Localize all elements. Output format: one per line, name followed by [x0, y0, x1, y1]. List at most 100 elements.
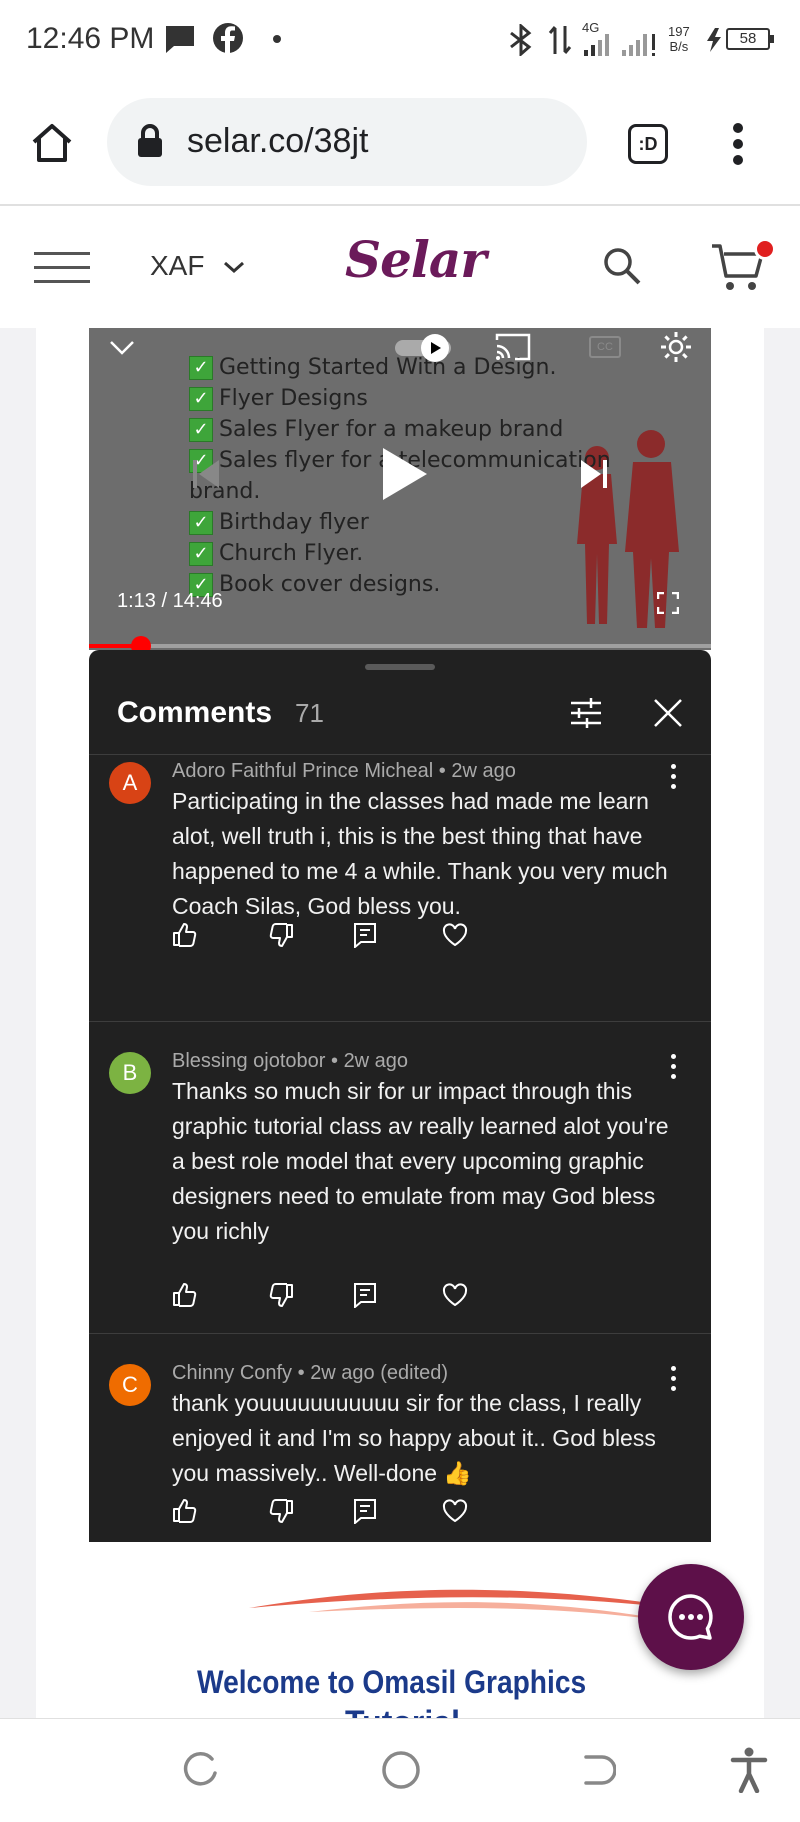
comments-count: 71	[295, 698, 324, 728]
comment-time: 2w ago	[343, 1050, 409, 1072]
slide-line: ✓ Flyer Designs	[189, 383, 611, 414]
comment-actions	[172, 1282, 492, 1312]
video-time: 1:13 / 14:46	[117, 590, 223, 612]
heart-icon[interactable]	[442, 1498, 468, 1529]
chevron-down-icon	[224, 261, 245, 274]
battery-level: 58	[726, 28, 774, 50]
like-icon[interactable]	[172, 1498, 198, 1529]
checkmark-icon: ✓	[189, 417, 213, 442]
autoplay-toggle[interactable]	[395, 334, 459, 362]
site-header: XAF Selar	[0, 208, 800, 328]
reply-icon[interactable]	[352, 1282, 378, 1313]
data-transfer-icon	[548, 26, 572, 54]
home-nav-icon[interactable]	[380, 1749, 422, 1791]
slide-line-text: Book cover designs.	[219, 572, 441, 597]
autoplay-play-icon	[431, 342, 441, 354]
comment-text: Thanks so much sir for ur impact through…	[172, 1078, 669, 1244]
like-icon[interactable]	[172, 922, 198, 953]
comment-meta: Blessing ojotobor • 2w ago	[172, 1050, 409, 1072]
comments-title: Comments	[117, 696, 273, 729]
drag-handle[interactable]	[365, 664, 435, 670]
course-banner: Welcome to Omasil Graphics Tutorial	[89, 1542, 711, 1718]
comment-item: A Adoro Faithful Prince Micheal • 2w ago…	[89, 754, 711, 1022]
slide-line: ✓ Book cover designs.	[189, 569, 611, 600]
like-icon[interactable]	[172, 1282, 198, 1313]
slide-line: ✓ Sales Flyer for a makeup brand	[189, 414, 611, 445]
heart-icon[interactable]	[442, 1282, 468, 1313]
message-icon	[166, 26, 194, 53]
brand-logo[interactable]: Selar	[345, 230, 487, 289]
signal-strength-icon	[584, 34, 655, 56]
cart-notification-badge	[754, 238, 776, 260]
comment-author[interactable]: Blessing ojotobor	[172, 1050, 325, 1072]
comment-text: Participating in the classes had made me…	[172, 788, 668, 919]
currency-selector[interactable]: XAF	[150, 250, 246, 282]
dislike-icon[interactable]	[268, 922, 294, 953]
status-time: 12:46 PM	[26, 22, 155, 55]
home-icon[interactable]	[30, 122, 74, 164]
recents-icon[interactable]	[182, 1751, 220, 1789]
settings-gear-icon[interactable]	[659, 330, 693, 364]
avatar[interactable]: C	[109, 1364, 151, 1406]
charging-icon	[707, 28, 721, 52]
url-field[interactable]: selar.co/38jt	[107, 98, 587, 186]
captions-icon[interactable]: CC	[589, 336, 621, 358]
chat-button[interactable]	[638, 1564, 744, 1670]
browser-menu-icon[interactable]	[728, 122, 748, 166]
reply-icon[interactable]	[352, 1498, 378, 1529]
reply-icon[interactable]	[352, 922, 378, 953]
comments-panel: Comments 71 A Adoro Faithful Prince Mich…	[89, 650, 711, 1542]
previous-icon[interactable]	[191, 458, 223, 490]
comment-item: C Chinny Confy • 2w ago (edited) thank y…	[89, 1334, 711, 1542]
close-icon[interactable]	[653, 698, 683, 728]
video-progress-bar[interactable]	[89, 636, 711, 650]
comment-meta: Adoro Faithful Prince Micheal • 2w ago	[172, 760, 516, 782]
network-speed: 197 B/s	[668, 24, 690, 54]
play-icon[interactable]	[379, 446, 429, 502]
dislike-icon[interactable]	[268, 1282, 294, 1313]
comment-text: thank youuuuuuuuuuu sir for the class, I…	[172, 1390, 656, 1486]
tabs-button[interactable]: :D	[628, 124, 668, 164]
slide-line-text: Birthday flyer	[219, 510, 369, 535]
avatar[interactable]: B	[109, 1052, 151, 1094]
checkmark-icon: ✓	[189, 386, 213, 411]
avatar[interactable]: A	[109, 762, 151, 804]
slide-line: ✓ Church Flyer.	[189, 538, 611, 569]
comment-time: 2w ago (edited)	[310, 1362, 449, 1384]
checkmark-icon: ✓	[189, 355, 213, 380]
chat-bubble-icon	[668, 1594, 713, 1640]
checkmark-icon: ✓	[189, 541, 213, 566]
collapse-chevron-icon[interactable]	[109, 340, 135, 356]
heart-icon[interactable]	[442, 922, 468, 953]
hamburger-menu-icon[interactable]	[34, 248, 90, 288]
search-icon[interactable]	[602, 246, 642, 288]
checkmark-icon: ✓	[189, 510, 213, 535]
comment-item: B Blessing ojotobor • 2w ago Thanks so m…	[89, 1022, 711, 1334]
cast-icon[interactable]	[495, 332, 531, 362]
sort-filter-icon[interactable]	[569, 696, 603, 730]
banner-title: Welcome to Omasil Graphics	[197, 1664, 587, 1700]
fullscreen-icon[interactable]	[657, 592, 679, 614]
comment-author[interactable]: Chinny Confy	[172, 1362, 292, 1384]
dislike-icon[interactable]	[268, 1498, 294, 1529]
back-nav-icon[interactable]	[582, 1753, 616, 1787]
comment-time: 2w ago	[451, 760, 516, 782]
slide-line-text: Sales Flyer for a makeup brand	[219, 417, 564, 442]
currency-label: XAF	[150, 250, 205, 281]
speed-value: 197	[668, 24, 690, 39]
video-scrubber-knob[interactable]	[130, 636, 151, 650]
system-navigation-bar	[0, 1718, 800, 1822]
lock-icon	[138, 124, 162, 157]
status-bar: 12:46 PM 4G 197 B/s 58	[0, 0, 800, 80]
comment-author[interactable]: Adoro Faithful Prince Micheal	[172, 760, 433, 782]
banner-subtitle: Tutorial	[345, 1704, 460, 1718]
accessibility-icon[interactable]	[730, 1747, 768, 1793]
slide-line-text: Flyer Designs	[219, 386, 368, 411]
url-text: selar.co/38jt	[187, 122, 369, 160]
speed-unit: B/s	[669, 39, 689, 54]
comment-actions	[172, 922, 492, 952]
video-player[interactable]: ✓ Getting Started With a Design. ✓ Flyer De…	[89, 328, 711, 650]
notification-dot-icon	[273, 35, 281, 43]
next-icon[interactable]	[577, 458, 609, 490]
bluetooth-icon	[510, 24, 532, 56]
